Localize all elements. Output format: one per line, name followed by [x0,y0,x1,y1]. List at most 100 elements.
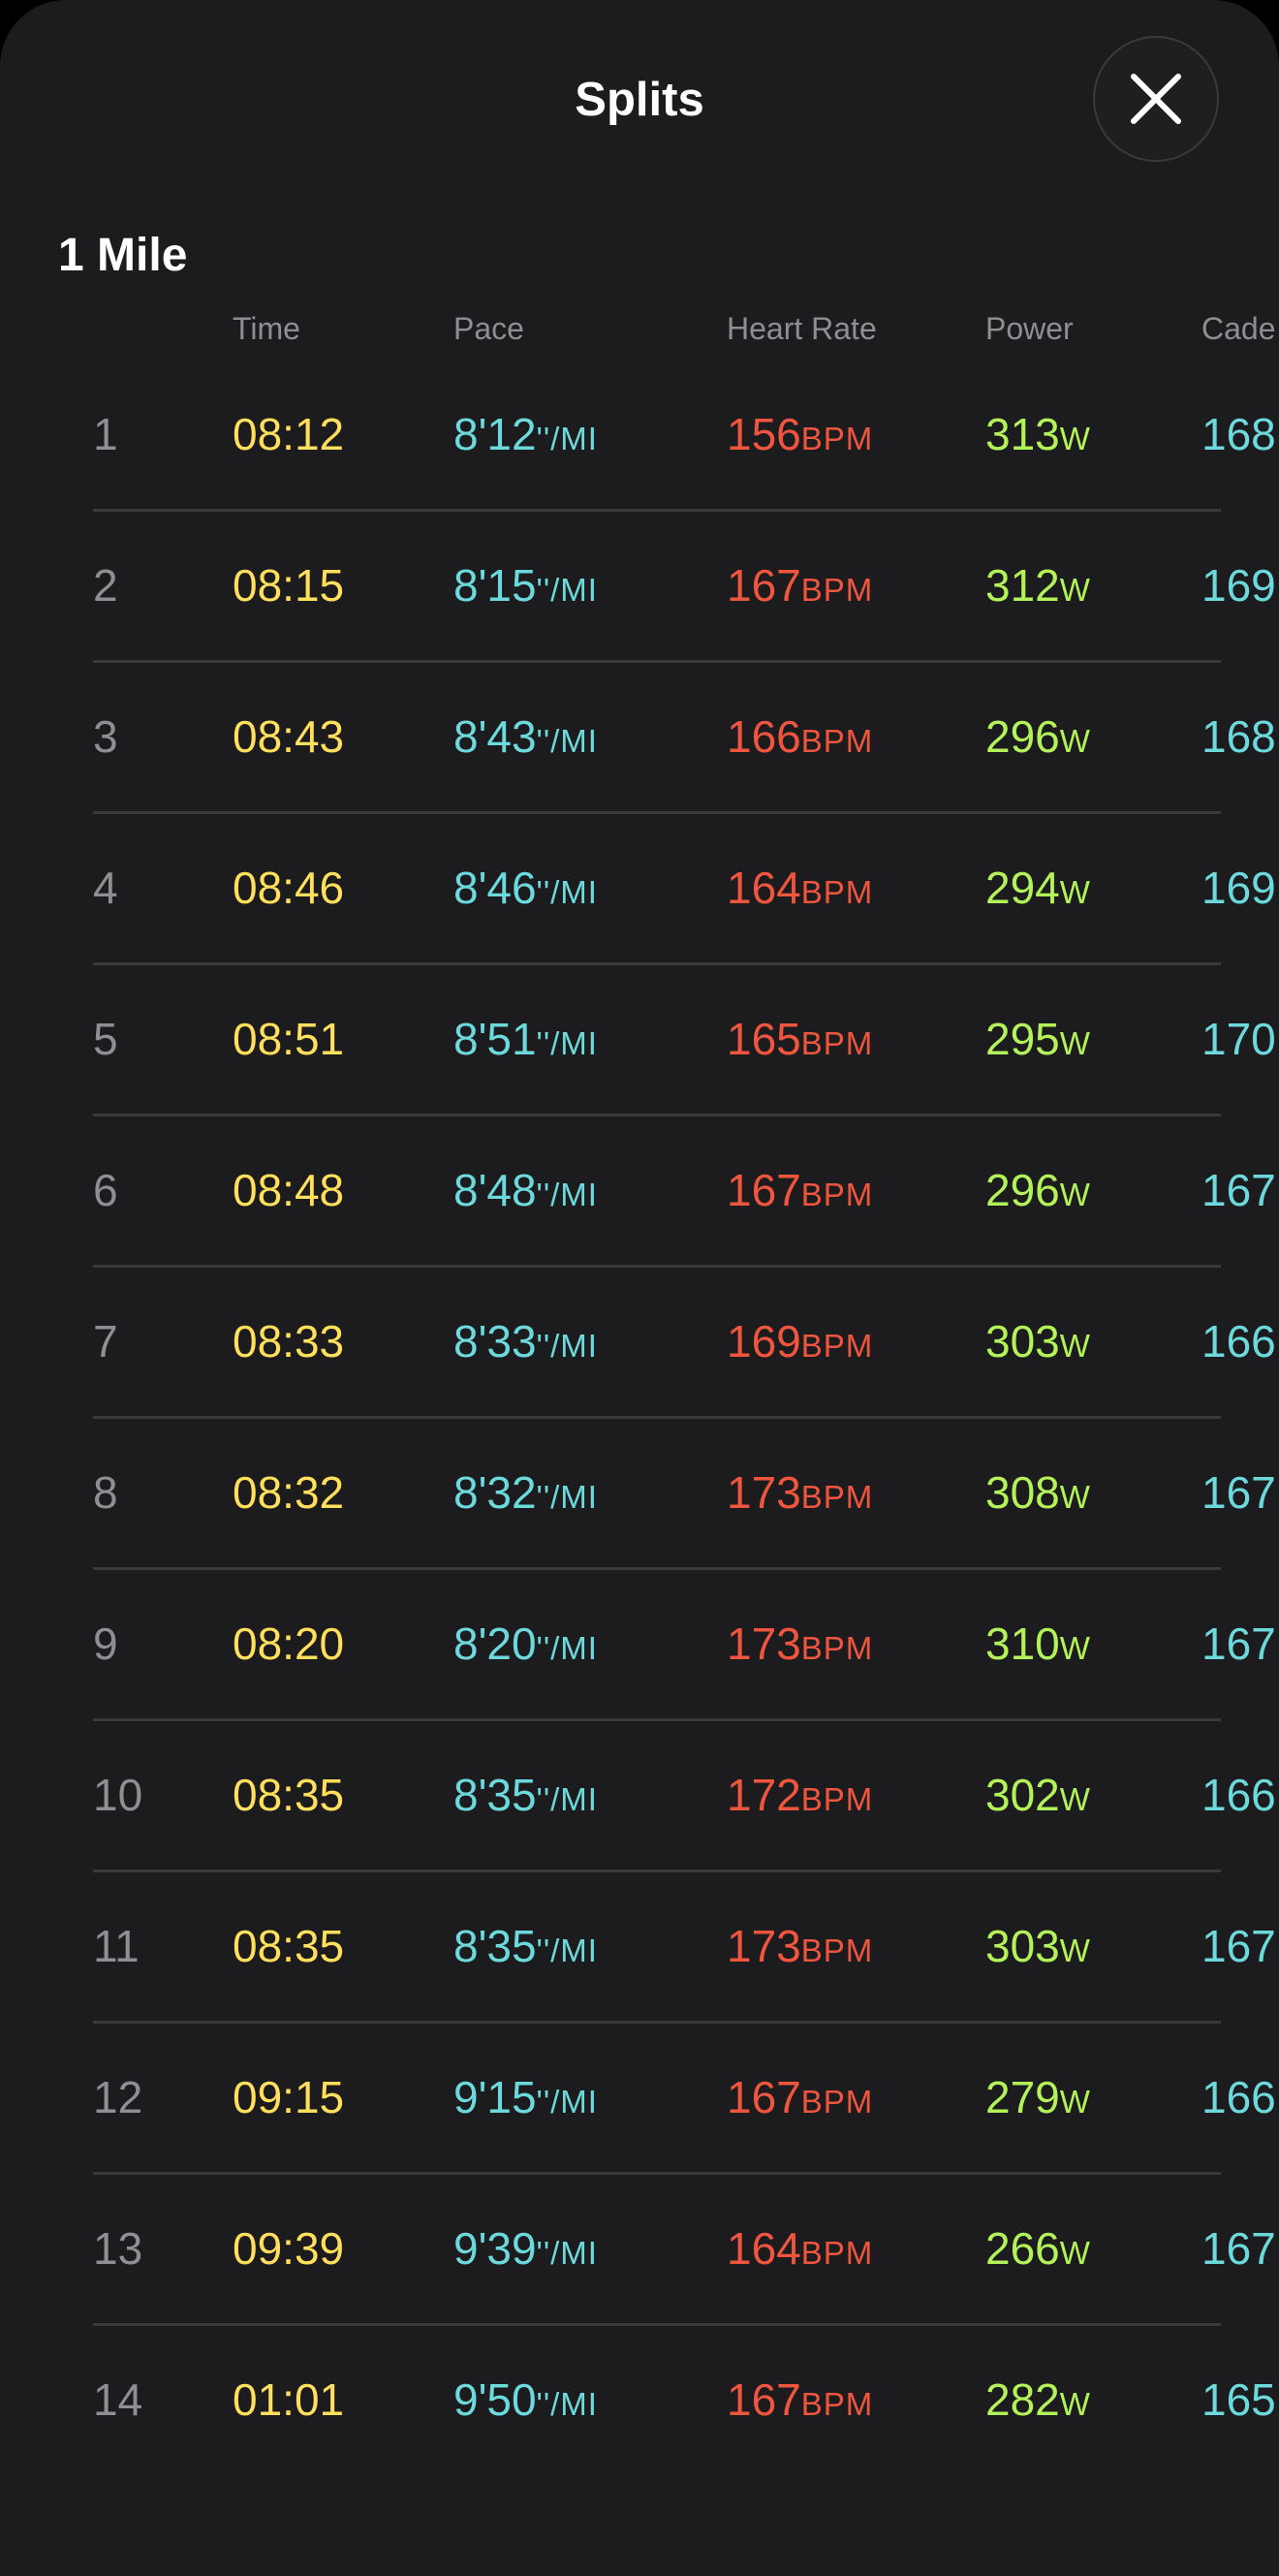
column-header-heart-rate: Heart Rate [727,311,877,346]
split-pace-value: 8'20 [453,1618,537,1669]
split-pace-unit: ''/MI [536,572,598,608]
split-index-value: 8 [93,1467,118,1518]
split-pace: 9'15''/MI [453,2070,598,2129]
split-power-unit: W [1059,2235,1091,2271]
split-time-value: 08:51 [233,1014,345,1064]
splits-table[interactable]: 1 08:12 8'12''/MI 156BPM 313W 168 2 08:15 8'15''… [0,361,1279,2477]
split-power-unit: W [1059,1479,1091,1515]
split-heart-rate-unit: BPM [800,421,874,456]
split-power-value: 282 [985,2374,1060,2425]
split-time: 08:32 [233,1465,344,1520]
split-power-unit: W [1059,723,1091,759]
splits-sheet: Splits 1 Mile Time Pace Heart Rate Power… [0,0,1279,2576]
split-pace-unit: ''/MI [536,1177,598,1212]
split-time: 08:48 [233,1163,344,1217]
split-row: 6 08:48 8'48''/MI 167BPM 296W 167 [0,1116,1279,1268]
split-time-value: 08:33 [233,1316,345,1367]
split-pace-value: 8'51 [453,1014,537,1064]
split-pace-unit: ''/MI [536,421,598,456]
split-power-value: 310 [985,1618,1060,1669]
split-index-value: 5 [93,1014,118,1064]
split-cadence: 167 [1201,2221,1276,2276]
split-index-value: 10 [93,1770,143,1820]
split-time: 01:01 [233,2372,344,2427]
split-index-value: 11 [93,1921,140,1971]
split-heart-rate-value: 167 [727,2072,801,2122]
split-heart-rate-value: 164 [727,2223,801,2274]
split-heart-rate: 169BPM [727,1314,873,1373]
split-time-value: 09:15 [233,2072,345,2122]
split-time: 08:35 [233,1919,344,1973]
split-power: 310W [985,1617,1091,1676]
split-time-value: 08:35 [233,1921,345,1971]
split-heart-rate-value: 165 [727,1014,801,1064]
split-cadence-value: 166 [1201,1316,1276,1367]
split-pace-unit: ''/MI [536,1328,598,1364]
split-heart-rate: 164BPM [727,861,873,920]
split-index-value: 6 [93,1165,118,1215]
split-time: 08:35 [233,1768,344,1822]
split-index-value: 1 [93,409,118,459]
split-power-value: 279 [985,2072,1060,2122]
split-time-value: 09:39 [233,2223,345,2274]
split-pace-unit: ''/MI [536,723,598,759]
split-index-value: 12 [93,2072,143,2122]
split-cadence: 168 [1201,709,1276,764]
split-power-unit: W [1059,1328,1091,1364]
split-cadence-value: 165 [1201,2374,1276,2425]
split-pace: 8'33''/MI [453,1314,598,1373]
split-time-value: 08:46 [233,863,345,913]
split-row: 8 08:32 8'32''/MI 173BPM 308W 167 [0,1419,1279,1570]
split-cadence-value: 167 [1201,2223,1276,2274]
split-pace-value: 9'15 [453,2072,537,2122]
split-power-value: 266 [985,2223,1060,2274]
split-power: 266W [985,2221,1091,2280]
split-cadence: 167 [1201,1919,1276,1973]
split-heart-rate-unit: BPM [800,874,874,910]
split-index-value: 9 [93,1618,118,1669]
split-cadence-value: 168 [1201,711,1276,762]
split-heart-rate-unit: BPM [800,1630,874,1666]
split-cadence-value: 167 [1201,1921,1276,1971]
split-heart-rate-unit: BPM [800,1025,874,1061]
split-cadence-value: 166 [1201,1770,1276,1820]
split-cadence: 167 [1201,1465,1276,1520]
split-row: 7 08:33 8'33''/MI 169BPM 303W 166 [0,1268,1279,1419]
split-row: 10 08:35 8'35''/MI 172BPM 302W 166 [0,1721,1279,1872]
split-power: 295W [985,1012,1091,1071]
split-pace-unit: ''/MI [536,1479,598,1515]
split-index-value: 13 [93,2223,143,2274]
split-index: 5 [93,1012,118,1066]
split-index: 6 [93,1163,118,1217]
split-cadence: 169 [1201,861,1276,915]
split-time: 08:33 [233,1314,344,1368]
split-cadence: 167 [1201,1617,1276,1671]
split-cadence-value: 167 [1201,1618,1276,1669]
split-power: 294W [985,861,1091,920]
split-cadence-value: 169 [1201,560,1276,611]
close-button[interactable] [1093,36,1219,162]
split-power-unit: W [1059,572,1091,608]
split-power-value: 295 [985,1014,1060,1064]
split-heart-rate: 164BPM [727,2221,873,2280]
split-pace-value: 8'15 [453,560,537,611]
split-power-value: 308 [985,1467,1060,1518]
split-row: 2 08:15 8'15''/MI 167BPM 312W 169 [0,512,1279,663]
split-pace-value: 8'43 [453,711,537,762]
split-cadence-value: 170 [1201,1014,1276,1064]
split-pace: 8'12''/MI [453,407,598,466]
split-cadence-value: 166 [1201,2072,1276,2122]
split-pace-unit: ''/MI [536,1932,598,1968]
split-index: 8 [93,1465,118,1520]
split-power: 282W [985,2372,1091,2432]
split-cadence-value: 167 [1201,1165,1276,1215]
split-power-unit: W [1059,2386,1091,2422]
split-cadence: 166 [1201,2070,1276,2124]
split-power-unit: W [1059,874,1091,910]
split-time: 08:12 [233,407,344,461]
split-power-value: 303 [985,1921,1060,1971]
split-time-value: 08:48 [233,1165,345,1215]
split-power-unit: W [1059,1932,1091,1968]
split-heart-rate-unit: BPM [800,1328,874,1364]
split-heart-rate-value: 169 [727,1316,801,1367]
